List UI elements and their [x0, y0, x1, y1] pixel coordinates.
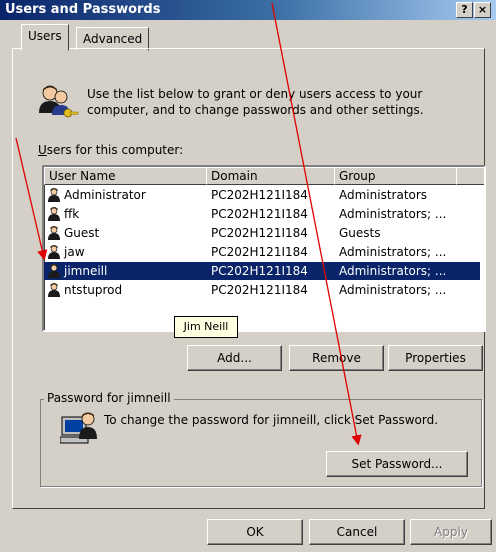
apply-button[interactable]: Apply — [410, 519, 492, 545]
add-button-label: Add... — [217, 351, 252, 365]
user-icon — [48, 283, 60, 297]
users-label-mnemonic: U — [38, 143, 47, 157]
col-header-domain[interactable]: Domain — [206, 167, 335, 185]
col-header-spacer — [456, 167, 484, 185]
users-label-text: sers for this computer: — [46, 143, 184, 157]
cell-domain: PC202H121I184 — [211, 283, 308, 297]
help-button[interactable]: ? — [456, 2, 473, 18]
intro-text: Use the list below to grant or deny user… — [87, 87, 424, 117]
properties-button[interactable]: Properties — [388, 345, 483, 371]
table-row[interactable]: Administrator PC202H121I184 Administrators — [44, 186, 480, 204]
user-icon — [48, 207, 60, 221]
set-password-label: Set Password... — [351, 457, 443, 471]
cell-domain: PC202H121I184 — [211, 207, 308, 221]
col-header-group[interactable]: Group — [334, 167, 457, 185]
remove-button[interactable]: Remove — [289, 345, 384, 371]
user-icon — [48, 188, 60, 202]
cell-group: Administrators; ... — [339, 207, 447, 221]
list-header: User Name Domain Group — [44, 167, 484, 185]
cell-domain: PC202H121I184 — [211, 245, 308, 259]
cell-user-name: jimneill — [64, 264, 108, 278]
cancel-label: Cancel — [336, 525, 378, 539]
table-row[interactable]: jaw PC202H121I184 Administrators; ... — [44, 243, 480, 261]
cell-user-name: ntstuprod — [64, 283, 123, 297]
remove-button-label: Remove — [312, 351, 361, 365]
cell-group: Guests — [339, 226, 381, 240]
table-row[interactable]: ffk PC202H121I184 Administrators; ... — [44, 205, 480, 223]
user-icon — [48, 245, 60, 259]
title-bar: Users and Passwords ? × — [0, 0, 496, 20]
user-icon — [48, 264, 60, 278]
cell-user-name: ffk — [64, 207, 80, 221]
user-icon — [48, 226, 60, 240]
add-button[interactable]: Add... — [187, 345, 282, 371]
users-for-computer-label: Users for this computer: — [38, 143, 183, 157]
users-keys-icon — [39, 85, 79, 118]
properties-button-label: Properties — [405, 351, 466, 365]
cell-domain: PC202H121I184 — [211, 226, 308, 240]
cell-group: Administrators; ... — [339, 283, 447, 297]
table-row[interactable]: jimneill PC202H121I184 Administrators; ... — [44, 262, 480, 280]
cell-user-name: Guest — [64, 226, 100, 240]
user-computer-icon — [60, 412, 97, 444]
cell-group: Administrators — [339, 188, 428, 202]
cell-group: Administrators; ... — [339, 245, 447, 259]
set-password-button[interactable]: Set Password... — [326, 451, 468, 477]
users-list[interactable]: User Name Domain Group Administrator PC20… — [42, 165, 486, 332]
cell-domain: PC202H121I184 — [211, 188, 308, 202]
cell-group: Administrators; ... — [339, 264, 447, 278]
window-title: Users and Passwords — [5, 2, 161, 17]
cell-domain: PC202H121I184 — [211, 264, 308, 278]
apply-label: Apply — [434, 525, 468, 539]
table-row[interactable]: Guest PC202H121I184 Guests — [44, 224, 480, 242]
password-instruction: To change the password for jimneill, cli… — [104, 413, 439, 427]
col-header-user-name[interactable]: User Name — [44, 167, 207, 185]
cell-user-name: jaw — [64, 245, 85, 259]
table-row[interactable]: ntstuprod PC202H121I184 Administrators; ..… — [44, 281, 480, 299]
password-group-label: Password for jimneill — [44, 391, 174, 405]
ok-button[interactable]: OK — [207, 519, 303, 545]
ok-label: OK — [246, 525, 264, 539]
cell-user-name: Administrator — [64, 188, 146, 202]
tab-users[interactable]: Users — [21, 24, 69, 51]
user-tooltip: Jim Neill — [174, 316, 238, 338]
cancel-button[interactable]: Cancel — [309, 519, 405, 545]
close-button[interactable]: × — [474, 2, 491, 18]
